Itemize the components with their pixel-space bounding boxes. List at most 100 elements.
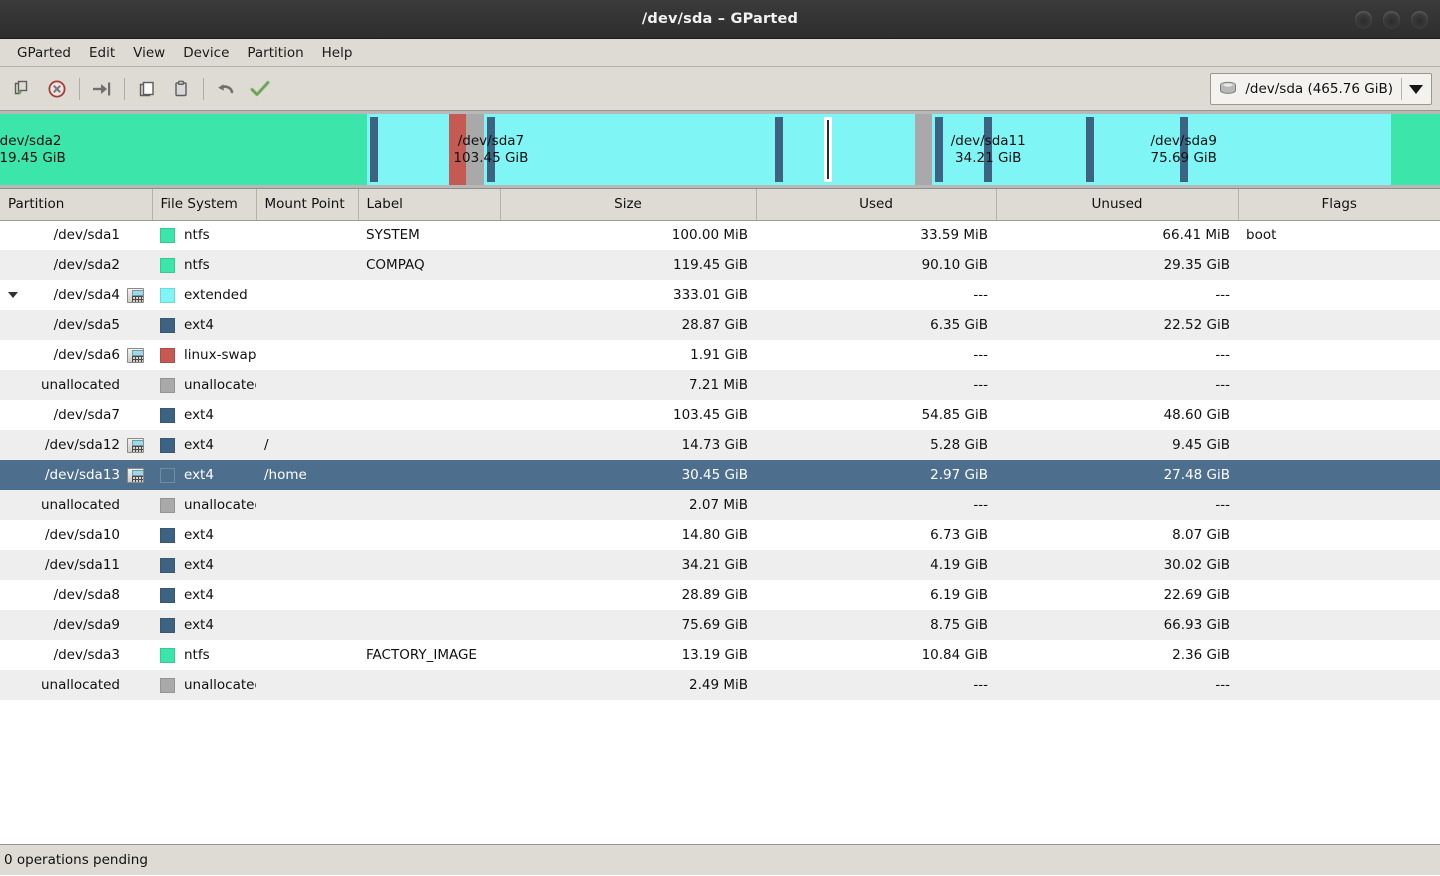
table-row[interactable]: unallocated unallocated 7.21 MiB --- --- [0, 370, 1440, 400]
partition-name: /dev/sda1 [53, 227, 120, 244]
column-header-file-system[interactable]: File System [152, 189, 257, 221]
table-row[interactable]: /dev/sda8 ext4 28.89 GiB 6.19 GiB 22.69 GiB [0, 580, 1440, 610]
resize-move-button[interactable] [85, 73, 119, 105]
copy-button[interactable] [130, 73, 164, 105]
graphic-partition-sda8[interactable] [1082, 114, 1177, 185]
filesystem-color-swatch [160, 437, 175, 453]
cell-flags: boot [1246, 227, 1277, 244]
cell-size: 119.45 GiB [672, 257, 748, 273]
filesystem-name: ext4 [184, 437, 214, 453]
column-header-used[interactable]: Used [756, 189, 997, 221]
column-header-unused[interactable]: Unused [996, 189, 1239, 221]
partition-sda6-box[interactable] [451, 117, 460, 182]
table-row[interactable]: /dev/sda3 ntfs FACTORY_IMAGE 13.19 GiB 10.84… [0, 640, 1440, 670]
table-row[interactable]: /dev/sda6 linux-swap 1.91 GiB --- --- [0, 340, 1440, 370]
graphic-partition-sda9[interactable]: /dev/sda9 75.69 GiB [1150, 114, 1392, 185]
cell-partition: /dev/sda13 [0, 460, 152, 490]
graphic-partition-sda7[interactable]: /dev/sda7 103.45 GiB [453, 114, 772, 185]
menu-gparted[interactable]: GParted [8, 42, 80, 64]
cell-file-system: unallocated [152, 370, 256, 400]
graphic-partition-sda10[interactable] [932, 114, 982, 185]
graphic-partition-sda11[interactable]: /dev/sda11 34.21 GiB [951, 114, 1083, 185]
menu-edit[interactable]: Edit [80, 42, 124, 64]
table-row[interactable]: unallocated unallocated 2.49 MiB --- --- [0, 670, 1440, 700]
table-row[interactable]: unallocated unallocated 2.07 MiB --- --- [0, 490, 1440, 520]
partition-sda11-box[interactable]: /dev/sda11 34.21 GiB [951, 117, 1026, 182]
table-row[interactable]: /dev/sda9 ext4 75.69 GiB 8.75 GiB 66.93 GiB [0, 610, 1440, 640]
graphic-partition-sda3[interactable] [1391, 114, 1440, 185]
cell-flags [1238, 280, 1440, 310]
table-row[interactable]: /dev/sda2 ntfs COMPAQ 119.45 GiB 90.10 GiB 29… [0, 250, 1440, 280]
filesystem-name: ntfs [184, 647, 210, 663]
paste-button[interactable] [164, 73, 198, 105]
cell-used: 10.84 GiB [921, 647, 988, 663]
device-selector[interactable]: /dev/sda (465.76 GiB) [1210, 73, 1432, 105]
chevron-down-icon[interactable] [1409, 84, 1423, 94]
column-header-partition[interactable]: Partition [0, 189, 153, 221]
menu-view[interactable]: View [124, 42, 174, 64]
graphic-unallocated-2[interactable] [914, 114, 933, 185]
table-row[interactable]: /dev/sda5 ext4 28.87 GiB 6.35 GiB 22.52 GiB [0, 310, 1440, 340]
partition-sda2-box[interactable]: /dev/sda2119.45 GiB [0, 117, 66, 182]
maximize-button[interactable] [1383, 11, 1400, 28]
cell-unused: 22.52 GiB [1163, 317, 1230, 333]
cell-label [358, 310, 500, 340]
table-row[interactable]: /dev/sda4 extended 333.01 GiB --- --- [0, 280, 1440, 310]
cell-mount-point [256, 580, 358, 610]
table-row[interactable]: /dev/sda10 ext4 14.80 GiB 6.73 GiB 8.07 GiB [0, 520, 1440, 550]
cell-file-system: unallocated [152, 490, 256, 520]
cell-used: 6.35 GiB [930, 317, 988, 333]
partition-sda5-box[interactable] [369, 117, 378, 182]
new-partition-icon [14, 80, 28, 94]
graphic-partition-sda2[interactable]: /dev/sda2119.45 GiB [0, 114, 367, 185]
cell-file-system: ext4 [152, 400, 256, 430]
column-header-size[interactable]: Size [500, 189, 757, 221]
partition-sda8-box[interactable] [1085, 117, 1094, 182]
extended-group-sda1-box[interactable] [3, 117, 11, 182]
graphic-extended-group-sda1[interactable] [0, 114, 22, 185]
column-header-label[interactable]: Label [358, 189, 501, 221]
cell-flags [1238, 580, 1440, 610]
column-header-mount-point[interactable]: Mount Point [256, 189, 359, 221]
cell-used: 33.59 MiB [920, 227, 988, 244]
table-row[interactable]: /dev/sda13 ext4/home 30.45 GiB 2.97 GiB 27.4… [0, 460, 1440, 490]
apply-button[interactable] [243, 73, 277, 105]
undo-button[interactable] [209, 73, 243, 105]
graphic-unallocated-1[interactable] [466, 114, 484, 185]
table-row[interactable]: /dev/sda11 ext4 34.21 GiB 4.19 GiB 30.02 GiB [0, 550, 1440, 580]
partition-graphic: /dev/sda2119.45 GiB/dev/sda7103.45 GiB/d… [0, 111, 1440, 189]
partition-sda3-box[interactable] [1394, 117, 1403, 182]
cell-mount-point [256, 640, 358, 670]
cell-file-system: ntfs [152, 640, 256, 670]
graphic-partition-sda13[interactable] [820, 114, 915, 185]
menu-partition[interactable]: Partition [238, 42, 312, 64]
new-partition-button[interactable] [6, 73, 40, 105]
graphic-partition-sda12[interactable] [771, 114, 821, 185]
cell-label [358, 580, 500, 610]
partition-sda13-box[interactable] [823, 117, 832, 182]
cell-file-system: ntfs [152, 250, 256, 280]
partition-sda10-box[interactable] [935, 117, 944, 182]
cell-partition: unallocated [0, 370, 152, 400]
expander-triangle-icon[interactable] [8, 292, 18, 298]
cell-used: 54.85 GiB [921, 407, 988, 423]
close-button[interactable] [1411, 11, 1428, 28]
minimize-button[interactable] [1355, 11, 1372, 28]
cell-mount-point [256, 310, 358, 340]
delete-partition-button[interactable] [40, 73, 74, 105]
graphic-partition-sda6[interactable] [448, 114, 467, 185]
cell-unused: 30.02 GiB [1163, 557, 1230, 573]
cell-used: --- [973, 677, 988, 693]
table-row[interactable]: /dev/sda7 ext4 103.45 GiB 54.85 GiB 48.60 Gi… [0, 400, 1440, 430]
menu-device[interactable]: Device [174, 42, 238, 64]
column-header-flags[interactable]: Flags [1238, 189, 1440, 221]
cell-label: FACTORY_IMAGE [366, 647, 477, 663]
menu-help[interactable]: Help [313, 42, 362, 64]
mounted-indicator-spacer [127, 618, 144, 633]
table-row[interactable]: /dev/sda1 ntfs SYSTEM 100.00 MiB 33.59 MiB 66… [0, 220, 1440, 250]
graphic-partition-sda5[interactable] [366, 114, 449, 185]
partition-sda12-box[interactable] [774, 117, 783, 182]
table-row[interactable]: /dev/sda12 ext4 / 14.73 GiB 5.28 GiB 9.45 GiB [0, 430, 1440, 460]
partition-sda7-box[interactable]: /dev/sda7 103.45 GiB [453, 117, 528, 182]
partition-sda9-box[interactable]: /dev/sda9 75.69 GiB [1150, 117, 1217, 182]
